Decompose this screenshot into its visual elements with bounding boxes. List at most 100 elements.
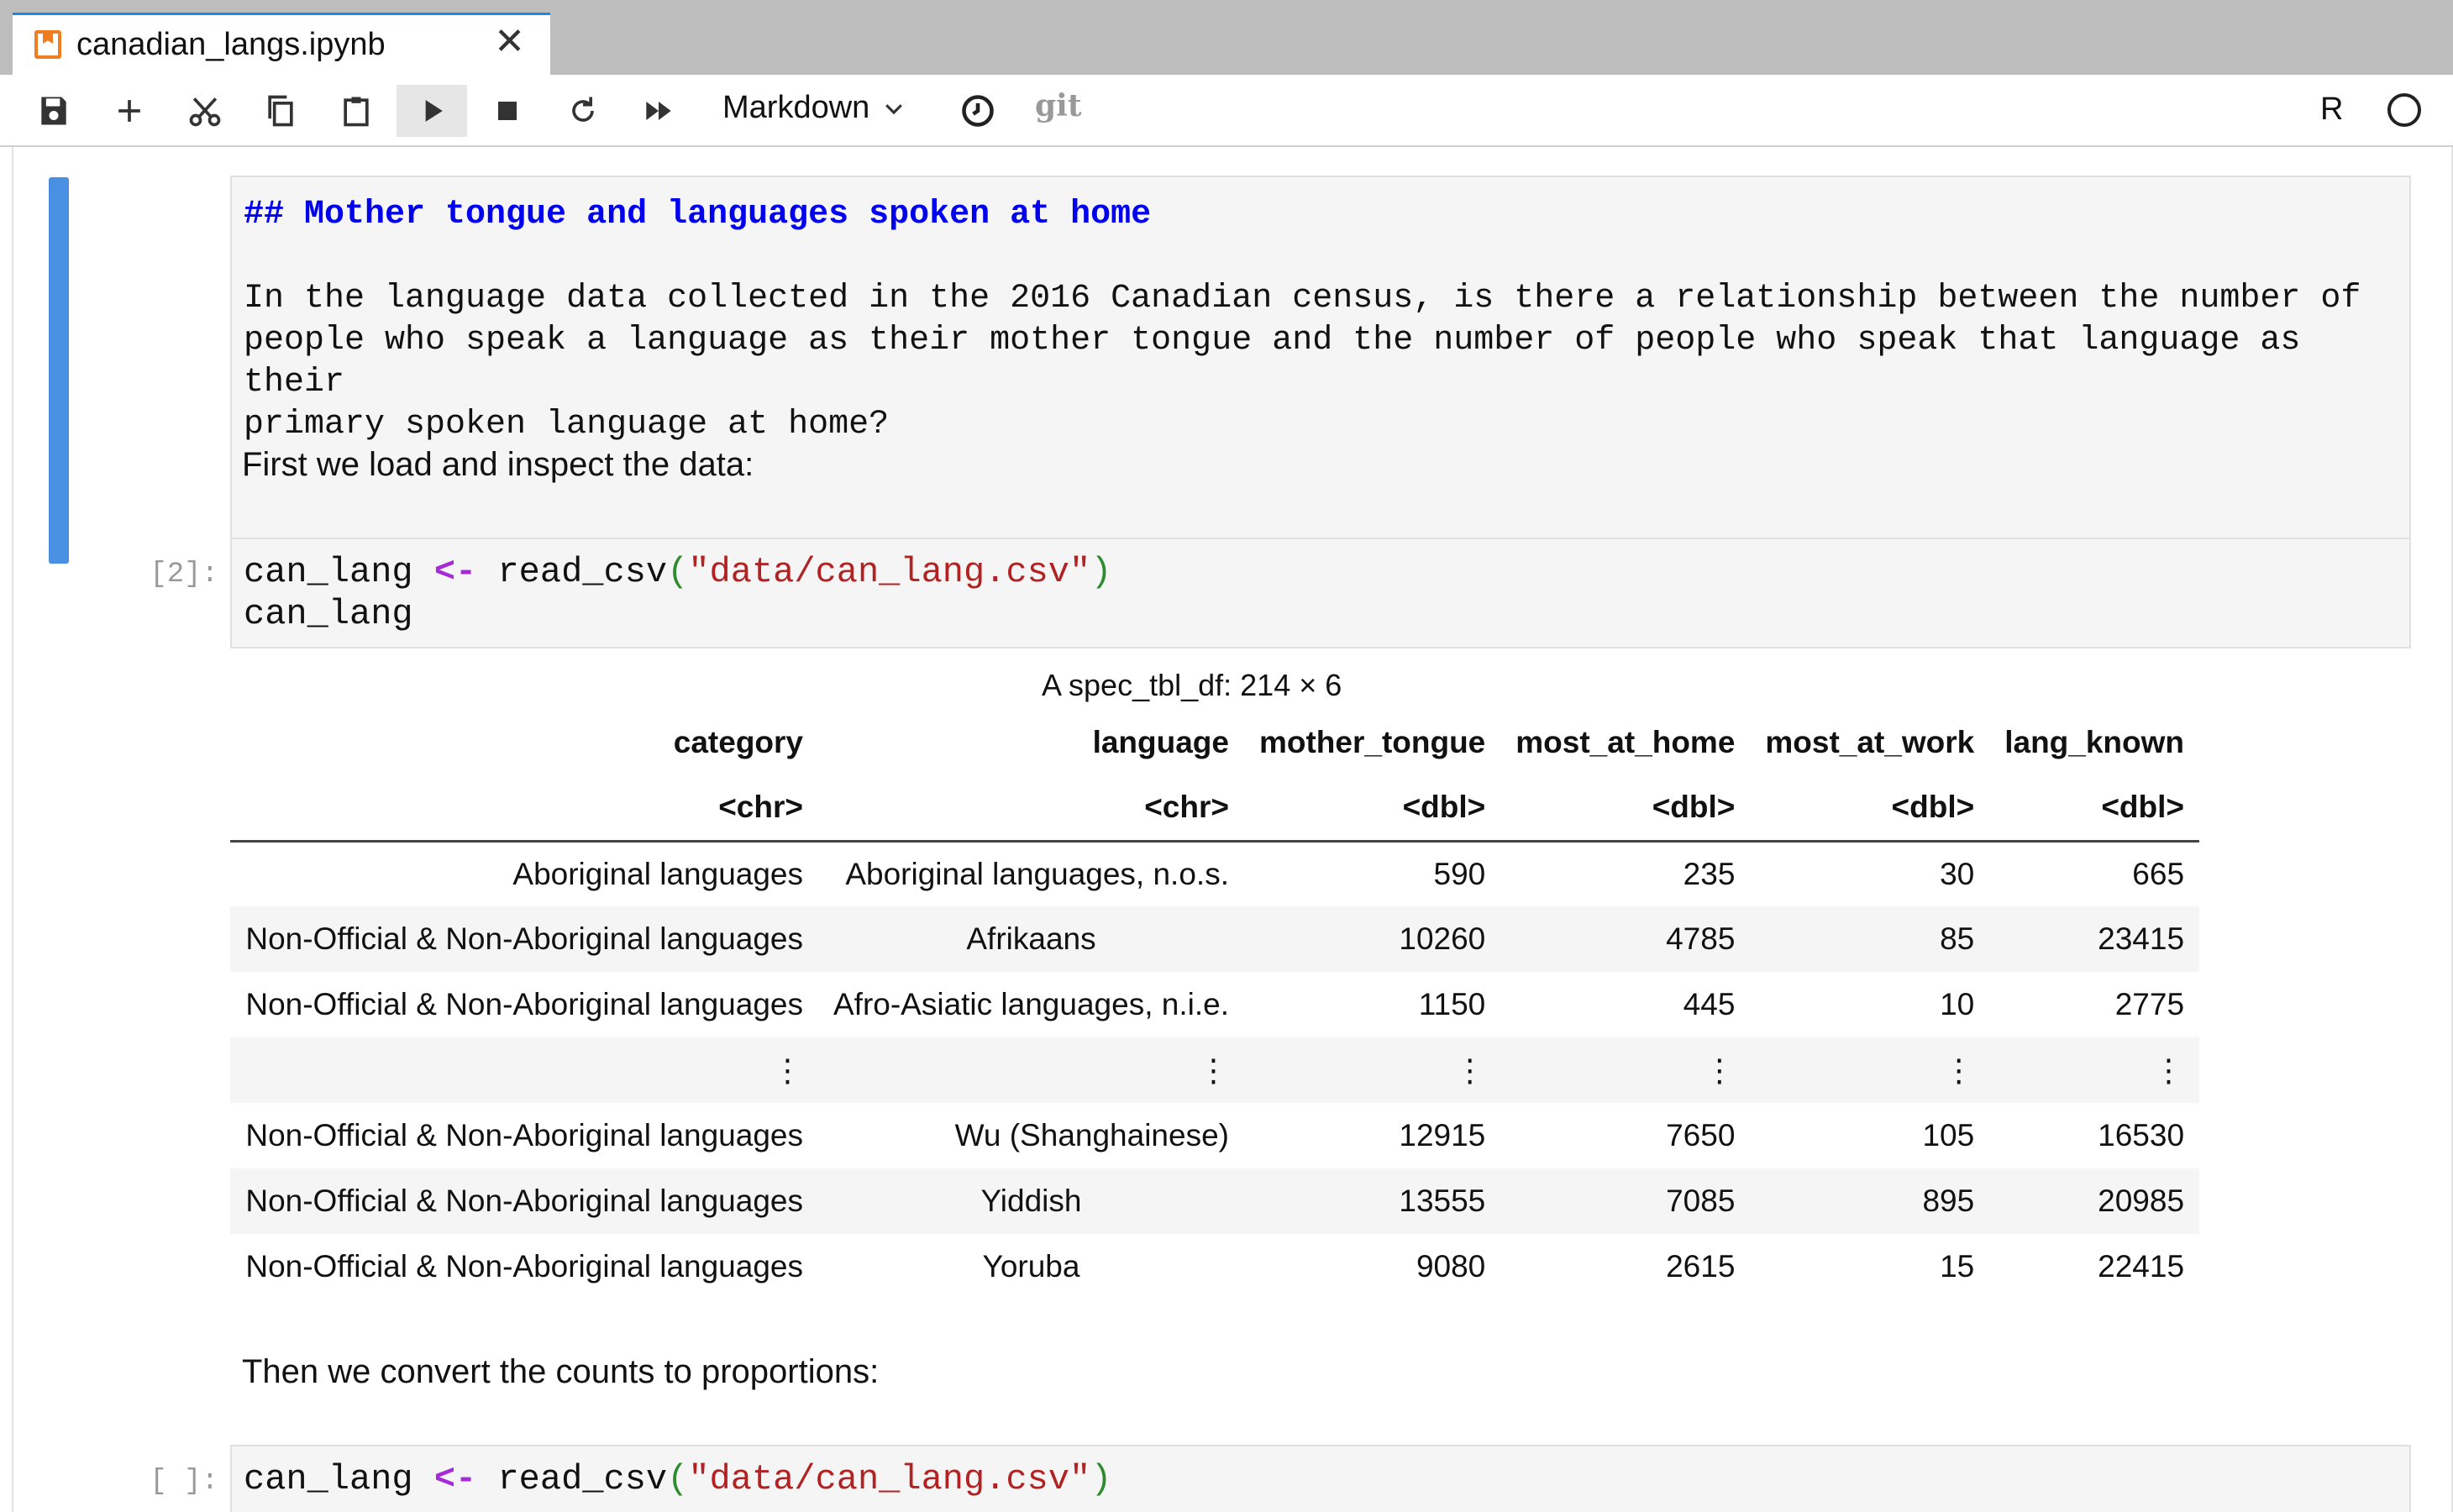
code-token: can_lang (244, 1459, 434, 1499)
markdown-heading: ## Mother tongue and languages spoken at… (244, 196, 1152, 234)
notebook-tab[interactable]: canadian_langs.ipynb ✕ (13, 13, 550, 75)
ellipsis-cell: ⋮ (1243, 1037, 1501, 1103)
execution-prompt: [2]: (150, 559, 218, 591)
table-cell: 9080 (1416, 1249, 1486, 1284)
string-token: "data/can_lang.csv" (688, 552, 1091, 592)
type-row: <chr> <chr> <dbl> <dbl> <dbl> <dbl> (230, 775, 2200, 843)
clock-icon (962, 95, 994, 127)
save-icon (41, 97, 66, 125)
table-row: Non-Official & Non-Aboriginal languages … (230, 972, 2199, 1037)
ellipsis-cell: ⋮ (1750, 1037, 1990, 1103)
table-row: Non-Official & Non-Aboriginal languages … (230, 1234, 2199, 1299)
paren-token: ) (1090, 1459, 1112, 1499)
run-button[interactable] (397, 85, 467, 137)
tab-bar: canadian_langs.ipynb ✕ (0, 0, 2453, 75)
table-row: Non-Official & Non-Aboriginal languages … (230, 1103, 2199, 1168)
cut-button[interactable] (170, 85, 240, 137)
table-cell: 7650 (1666, 1118, 1736, 1152)
table-cell: 15 (1940, 1249, 1975, 1284)
paste-button[interactable] (321, 85, 391, 137)
column-header: lang_known (2004, 725, 2185, 759)
code-token: can_lang (244, 594, 413, 634)
table-cell: 2615 (1666, 1249, 1736, 1284)
paren-token: ( (667, 552, 689, 592)
code-cell-editor[interactable]: can_lang <- read_csv("data/can_lang.csv"… (230, 1445, 2411, 1512)
table-cell: 12915 (1399, 1118, 1486, 1152)
table-cell: 7085 (1500, 1168, 1751, 1234)
code-token: read_csv (476, 1459, 668, 1499)
table-cell: Non-Official & Non-Aboriginal languages (230, 906, 818, 972)
column-type: <dbl> (1750, 775, 1990, 843)
notebook-toolbar: Markdown git R (0, 75, 2453, 147)
notebook-panel[interactable]: ## Mother tongue and languages spoken at… (0, 147, 2453, 1512)
assign-operator: <- (433, 1459, 477, 1499)
header-row: category language mother_tongue most_at_… (230, 710, 2199, 775)
fast-forward-icon (646, 102, 671, 120)
restart-button[interactable] (548, 85, 618, 137)
save-button[interactable] (18, 85, 89, 137)
ellipsis-cell: ⋮ (1989, 1037, 2200, 1103)
column-header: language (1092, 725, 1229, 759)
run-all-button[interactable] (623, 85, 694, 137)
markdown-cell-editor[interactable]: ## Mother tongue and languages spoken at… (230, 176, 2411, 562)
paren-token: ) (1090, 552, 1112, 592)
ellipsis-cell: ⋮ (230, 1037, 818, 1103)
column-header: most_at_home (1515, 725, 1736, 759)
code-token: read_csv (476, 552, 668, 592)
copy-icon (268, 95, 293, 127)
table-cell: Aboriginal languages, n.o.s. (845, 856, 1229, 891)
table-caption: A spec_tbl_df: 214 × 6 (1042, 668, 1342, 702)
active-cell-indicator[interactable] (49, 177, 69, 564)
kernel-status-icon (2387, 93, 2421, 127)
table-cell: 590 (1433, 856, 1486, 891)
code-token: can_lang (244, 552, 434, 592)
table-cell: Yiddish (818, 1168, 1244, 1234)
table-cell: 2775 (2114, 987, 2185, 1021)
paste-icon (344, 97, 369, 127)
assign-operator: <- (433, 552, 477, 592)
tab-title: canadian_langs.ipynb (76, 27, 386, 62)
execution-prompt: [ ]: (150, 1466, 218, 1498)
stop-button[interactable] (472, 85, 543, 137)
column-type: <dbl> (1500, 775, 1751, 843)
table-cell: 22415 (2098, 1249, 2185, 1284)
table-cell: 85 (1750, 906, 1990, 972)
table-cell: Aboriginal languages (512, 856, 803, 891)
dataframe-output: category language mother_tongue most_at_… (230, 710, 2200, 1299)
column-type: <dbl> (1989, 775, 2200, 843)
cell-type-select[interactable]: Markdown (722, 90, 906, 126)
markdown-text: First we load and inspect the data: (242, 446, 754, 483)
history-button[interactable] (943, 85, 1013, 137)
column-type: <dbl> (1243, 775, 1501, 843)
run-icon (425, 100, 443, 122)
table-cell: 105 (1922, 1118, 1975, 1152)
cut-icon (189, 97, 221, 127)
markdown-text: Then we convert the counts to proportion… (242, 1353, 880, 1390)
code-cell-editor[interactable]: can_lang <- read_csv("data/can_lang.csv"… (230, 538, 2411, 648)
panel-left-border (12, 147, 13, 1512)
table-cell: 16530 (2098, 1118, 2185, 1152)
table-cell: 445 (1683, 987, 1736, 1021)
kernel-name[interactable]: R (2320, 92, 2343, 128)
cell-type-label: Markdown (722, 90, 870, 125)
table-cell: 13555 (1243, 1168, 1501, 1234)
table-cell: Yoruba (982, 1249, 1080, 1284)
table-cell: 895 (1750, 1168, 1990, 1234)
table-cell: 10 (1940, 987, 1975, 1021)
table-cell: 23415 (1989, 906, 2200, 972)
markdown-body: In the language data collected in the 20… (244, 280, 2361, 444)
add-cell-button[interactable] (94, 85, 165, 137)
ellipsis-cell: ⋮ (1500, 1037, 1751, 1103)
table-cell: 10260 (1243, 906, 1501, 972)
copy-button[interactable] (245, 85, 316, 137)
column-header: most_at_work (1765, 725, 1975, 759)
table-cell: 1150 (1418, 987, 1486, 1021)
table-cell: 30 (1940, 856, 1975, 891)
close-icon[interactable]: ✕ (494, 24, 525, 60)
table-cell: Non-Official & Non-Aboriginal languages (245, 1118, 803, 1152)
git-button[interactable]: git (1035, 88, 1081, 123)
paren-token: ( (667, 1459, 689, 1499)
table-cell: 4785 (1500, 906, 1751, 972)
stop-icon (498, 102, 517, 120)
table-cell: 235 (1683, 856, 1736, 891)
